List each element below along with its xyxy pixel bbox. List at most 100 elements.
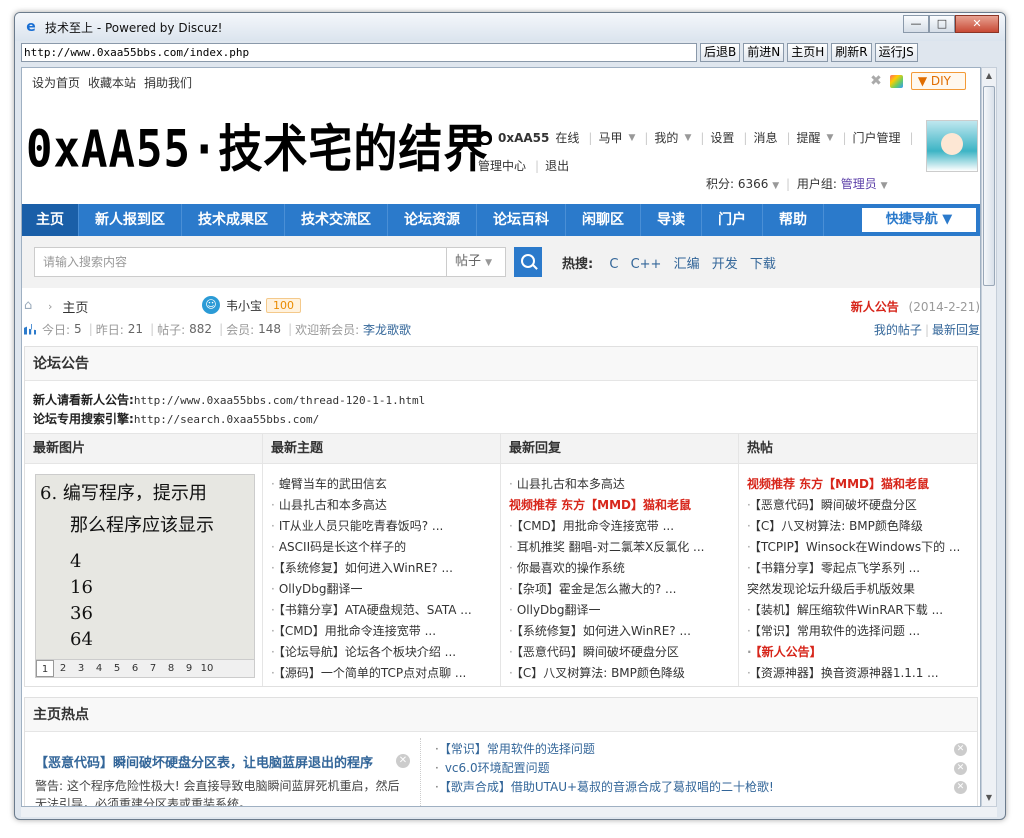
list-item[interactable]: 蝗臂当车的武田信玄 xyxy=(271,474,500,495)
list-item[interactable]: 【资源神器】换音资源神器1.1.1 ... xyxy=(747,663,977,684)
list-item[interactable]: 【书籍分享】ATA硬盘规范、SATA ... xyxy=(271,600,500,621)
newbie-notice-link[interactable]: http://www.0xaa55bbs.com/thread-120-1-1.… xyxy=(134,394,425,407)
scroll-up-icon[interactable]: ▲ xyxy=(982,68,996,84)
reminders-menu[interactable]: 提醒 xyxy=(797,124,821,152)
set-homepage-link[interactable]: 设为首页 xyxy=(32,74,80,91)
pager-item[interactable]: 6 xyxy=(126,660,144,677)
search-type-select[interactable]: 帖子 ▼ xyxy=(446,247,506,277)
group-value[interactable]: 管理员 xyxy=(841,177,877,191)
pager-item[interactable]: 2 xyxy=(54,660,72,677)
nav-tech-exchange[interactable]: 技术交流区 xyxy=(285,204,388,236)
hot-word[interactable]: C++ xyxy=(631,257,662,272)
list-item[interactable]: 突然发现论坛升级后手机版效果 xyxy=(747,579,977,600)
list-item[interactable]: 【系统修复】如何进入WinRE? ... xyxy=(271,558,500,579)
list-item[interactable]: 【论坛导航】论坛各个板块介绍 ... xyxy=(271,642,500,663)
newest-member-link[interactable]: 李龙歌歌 xyxy=(363,321,411,338)
run-js-button[interactable]: 运行JS xyxy=(874,42,918,62)
list-item[interactable]: ASCII码是长这个样子的 xyxy=(271,537,500,558)
list-item[interactable]: 【新人公告】 xyxy=(747,642,977,663)
diy-button[interactable]: ▼ DIY xyxy=(910,72,966,90)
refresh-button[interactable]: 刷新R xyxy=(831,42,872,62)
latest-reply-link[interactable]: 最新回复 xyxy=(932,323,980,337)
list-item[interactable]: OllyDbg翻译一 xyxy=(509,600,738,621)
search-engine-link[interactable]: http://search.0xaa55bbs.com/ xyxy=(134,413,319,426)
list-item[interactable]: 【源码】一个简单的TCP点对点聊 ... xyxy=(271,663,500,684)
hot-word[interactable]: 汇编 xyxy=(674,257,700,272)
list-item[interactable]: 【CMD】用批命令连接宽带 ... xyxy=(271,621,500,642)
pager-item[interactable]: 4 xyxy=(90,660,108,677)
list-item[interactable]: 视频推荐 东方【MMD】猫和老鼠 xyxy=(509,495,738,516)
vertical-scrollbar[interactable]: ▲ ▼ xyxy=(981,67,997,807)
close-icon[interactable]: ✕ xyxy=(396,754,410,768)
pager-item[interactable]: 3 xyxy=(72,660,90,677)
logout-link[interactable]: 退出 xyxy=(545,152,569,180)
back-button[interactable]: 后退B xyxy=(700,42,741,62)
my-posts-link[interactable]: 我的帖子 xyxy=(874,323,922,337)
hot-word[interactable]: 开发 xyxy=(712,257,738,272)
nav-achievements[interactable]: 技术成果区 xyxy=(182,204,285,236)
donate-link[interactable]: 捐助我们 xyxy=(144,74,192,91)
avatar[interactable] xyxy=(926,120,978,172)
quick-nav-button[interactable]: 快捷导航 ▼ xyxy=(862,208,976,232)
nav-chat[interactable]: 闲聊区 xyxy=(566,204,641,236)
home-icon[interactable]: ⌂ xyxy=(24,299,38,312)
vest-menu[interactable]: 马甲 xyxy=(598,124,622,152)
nav-portal[interactable]: 门户 xyxy=(702,204,763,236)
search-input[interactable]: 请输入搜索内容 xyxy=(34,247,446,277)
points-menu[interactable]: 积分: 6366 xyxy=(706,177,768,191)
list-item[interactable]: 山县扎古和本多高达 xyxy=(271,495,500,516)
minimize-button[interactable]: — xyxy=(903,15,929,33)
pager-item[interactable]: 9 xyxy=(180,660,198,677)
address-input[interactable]: http://www.0xaa55bbs.com/index.php xyxy=(21,42,697,62)
list-item[interactable]: 【C】八叉树算法: BMP颜色降级 xyxy=(509,663,738,684)
site-logo[interactable]: 0xAA55·技术宅的结界 xyxy=(26,108,488,182)
online-status[interactable]: 在线 xyxy=(555,124,579,152)
search-button[interactable] xyxy=(514,247,542,277)
maximize-button[interactable]: □ xyxy=(929,15,955,33)
portal-admin-link[interactable]: 门户管理 xyxy=(853,124,901,152)
list-item[interactable]: 【装机】解压缩软件WinRAR下载 ... xyxy=(747,600,977,621)
list-item[interactable]: 【恶意代码】瞬间破坏硬盘分区 xyxy=(747,495,977,516)
list-item[interactable]: 【系统修复】如何进入WinRE? ... xyxy=(509,621,738,642)
list-item[interactable]: 【歌声合成】借助UTAU+葛叔的音源合成了葛叔唱的二十枪歌! ✕ xyxy=(435,778,967,797)
list-item[interactable]: 耳机推奖 翻唱-对二氯苯X反氯化 ... xyxy=(509,537,738,558)
featured-headline[interactable]: 【恶意代码】瞬间破坏硬盘分区表，让电脑蓝屏退出的程序 xyxy=(35,752,410,771)
list-item[interactable]: 【TCPIP】Winsock在Windows下的 ... xyxy=(747,537,977,558)
nav-wiki[interactable]: 论坛百科 xyxy=(477,204,566,236)
list-item[interactable]: 【书籍分享】零起点飞学系列 ... xyxy=(747,558,977,579)
list-item[interactable]: 【C】八叉树算法: BMP颜色降级 xyxy=(747,516,977,537)
nav-newbie[interactable]: 新人报到区 xyxy=(79,204,182,236)
nav-home[interactable]: 主页 xyxy=(22,204,79,236)
home-button[interactable]: 主页H xyxy=(787,42,829,62)
list-item[interactable]: 【CMD】用批命令连接宽带 ... xyxy=(509,516,738,537)
notice-title[interactable]: 新人公告 xyxy=(851,300,899,314)
bookmark-link[interactable]: 收藏本站 xyxy=(88,74,136,91)
list-item[interactable]: 【常识】常用软件的选择问题 ... xyxy=(747,621,977,642)
list-item[interactable]: 【恶意代码】瞬间破坏硬盘分区 xyxy=(509,642,738,663)
settings-link[interactable]: 设置 xyxy=(710,124,734,152)
breadcrumb-current[interactable]: 主页 xyxy=(62,297,88,316)
pager-item[interactable]: 8 xyxy=(162,660,180,677)
nav-resources[interactable]: 论坛资源 xyxy=(388,204,477,236)
forward-button[interactable]: 前进N xyxy=(743,42,785,62)
list-item[interactable]: 【常识】常用软件的选择问题 ✕ xyxy=(435,740,967,759)
pager-item[interactable]: 1 xyxy=(36,660,54,677)
admin-center-link[interactable]: 管理中心 xyxy=(478,152,526,180)
close-icon[interactable]: ✕ xyxy=(954,762,967,775)
hot-word[interactable]: 下载 xyxy=(750,257,776,272)
close-icon[interactable]: ✕ xyxy=(954,781,967,794)
scroll-thumb[interactable] xyxy=(983,86,995,286)
list-item[interactable]: 山县扎古和本多高达 xyxy=(509,474,738,495)
messages-link[interactable]: 消息 xyxy=(753,124,777,152)
robot-name[interactable]: 韦小宝 xyxy=(226,297,262,314)
color-scheme-icon[interactable] xyxy=(889,74,903,88)
pager-item[interactable]: 7 xyxy=(144,660,162,677)
nav-guide[interactable]: 导读 xyxy=(641,204,702,236)
list-item[interactable]: 你最喜欢的操作系统 xyxy=(509,558,738,579)
list-item[interactable]: vc6.0环境配置问题 ✕ xyxy=(435,759,967,778)
pager-item[interactable]: 5 xyxy=(108,660,126,677)
pager-item[interactable]: 10 xyxy=(198,660,216,677)
collapse-icon[interactable]: ✖ xyxy=(870,73,882,89)
hot-word[interactable]: C xyxy=(609,257,618,272)
nav-help[interactable]: 帮助 xyxy=(763,204,824,236)
